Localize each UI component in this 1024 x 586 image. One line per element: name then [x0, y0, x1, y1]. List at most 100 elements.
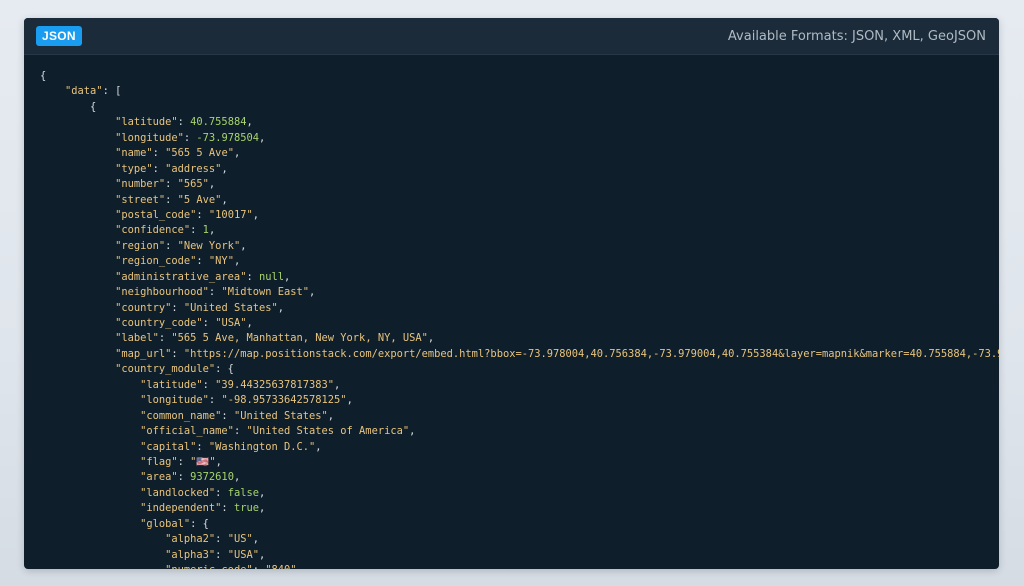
json-punctuation: { — [90, 100, 97, 113]
json-value: "Washington D.C." — [208, 440, 316, 453]
json-key: "name" — [115, 147, 153, 160]
json-punctuation: : — [196, 440, 209, 453]
json-punctuation: { — [40, 70, 47, 82]
code-line: "region": "New York", — [40, 239, 999, 254]
code-line: "capital": "Washington D.C.", — [40, 440, 999, 455]
json-punctuation: : — [215, 533, 228, 546]
json-punctuation: : — [190, 224, 203, 237]
json-value: 40.755884 — [190, 116, 247, 129]
json-value: "NY" — [208, 255, 234, 268]
json-punctuation: , — [327, 409, 335, 422]
json-key: "map_url" — [115, 347, 172, 360]
json-value: "USA" — [215, 317, 247, 329]
json-punctuation: : — [233, 425, 247, 438]
json-value: null — [258, 270, 284, 283]
json-value: "565 5 Ave, Manhattan, New York, NY, USA… — [171, 332, 428, 345]
json-punctuation: : — [165, 193, 178, 206]
json-punctuation: : — [177, 471, 191, 484]
json-key: "region_code" — [115, 255, 197, 268]
code-line: "country": "United States", — [40, 301, 999, 316]
json-key: "alpha2" — [165, 533, 216, 546]
json-response-code: { "data": [ { "latitude": 40.755884, "lo… — [40, 69, 999, 569]
json-value: "US" — [227, 533, 253, 546]
code-line: "street": "5 Ave", — [40, 193, 999, 208]
json-key: "street" — [115, 193, 166, 206]
json-punctuation: : — [165, 178, 178, 191]
json-punctuation: : — [171, 347, 184, 360]
json-punctuation: , — [258, 486, 266, 499]
json-punctuation: : — [246, 270, 259, 283]
code-line: "data": [ — [40, 84, 999, 99]
available-formats-text: Available Formats: JSON, XML, GeoJSON — [727, 28, 986, 44]
json-punctuation: : — [208, 286, 222, 299]
json-punctuation: , — [221, 162, 228, 175]
json-punctuation: : — [202, 317, 216, 329]
json-punctuation: : — [208, 394, 222, 407]
json-key: "postal_code" — [115, 208, 197, 221]
json-punctuation: , — [233, 147, 241, 160]
json-key: "common_name" — [140, 409, 222, 422]
json-key: "longitude" — [140, 394, 209, 407]
json-punctuation: , — [346, 394, 353, 407]
json-punctuation: : — [253, 564, 266, 569]
code-line: "map_url": "https://map.positionstack.co… — [40, 347, 999, 362]
json-key: "data" — [65, 85, 103, 98]
code-line: "numeric_code": "840", — [40, 563, 999, 569]
json-key: "region" — [115, 239, 166, 252]
code-line: "common_name": "United States", — [40, 409, 999, 424]
json-punctuation: : — [177, 116, 191, 129]
json-value: "United States" — [183, 301, 278, 314]
code-line: "longitude": "-98.95733642578125", — [40, 393, 999, 408]
json-value: "USA" — [227, 548, 259, 561]
json-punctuation: : — [177, 455, 191, 468]
json-punctuation: , — [315, 440, 322, 453]
json-punctuation: , — [334, 378, 341, 391]
format-badge-json[interactable]: JSON — [36, 26, 82, 46]
json-key: "flag" — [140, 455, 178, 468]
code-line: "official_name": "United States of Ameri… — [40, 424, 999, 439]
json-key: "number" — [115, 178, 166, 191]
json-value: true — [233, 502, 259, 515]
json-punctuation: , — [277, 301, 285, 314]
json-key: "numeric_code" — [165, 564, 253, 569]
json-value: "New York" — [177, 239, 241, 252]
json-value: "address" — [165, 162, 222, 175]
json-value: false — [227, 486, 259, 499]
json-punctuation: : — [215, 548, 228, 561]
code-line: "latitude": "39.44325637817383", — [40, 378, 999, 393]
json-value: "United States" — [233, 409, 328, 422]
code-panel: JSON Available Formats: JSON, XML, GeoJS… — [24, 18, 999, 569]
code-line: "alpha2": "US", — [40, 532, 999, 547]
json-punctuation: : — [221, 502, 234, 515]
json-key: "latitude" — [115, 116, 178, 129]
code-line: { — [40, 100, 999, 115]
json-punctuation: : { — [190, 517, 209, 530]
json-punctuation: , — [252, 208, 259, 221]
json-punctuation: , — [246, 317, 253, 329]
json-punctuation: , — [208, 178, 216, 191]
json-punctuation: : { — [215, 363, 234, 376]
json-value: "10017" — [208, 208, 253, 221]
json-punctuation: , — [258, 502, 266, 515]
json-punctuation: , — [252, 533, 259, 546]
json-key: "country_module" — [115, 363, 216, 376]
json-punctuation: , — [240, 239, 247, 252]
json-value: "United States of America" — [246, 425, 410, 438]
json-punctuation: , — [409, 425, 416, 438]
code-line: "global": { — [40, 517, 999, 532]
json-punctuation: , — [246, 116, 253, 129]
code-line: "neighbourhood": "Midtown East", — [40, 285, 999, 300]
json-punctuation: , — [233, 471, 241, 484]
json-key: "country_code" — [115, 317, 203, 329]
json-punctuation: , — [309, 286, 316, 299]
json-key: "alpha3" — [165, 548, 216, 561]
json-key: "independent" — [140, 502, 222, 515]
json-punctuation: , — [427, 332, 435, 345]
json-punctuation: : — [152, 162, 166, 175]
json-value: -73.978504 — [196, 131, 259, 144]
json-value: "565 5 Ave" — [165, 147, 234, 160]
json-value: "-98.95733642578125" — [221, 394, 347, 407]
json-value: "840" — [265, 564, 296, 569]
code-line: "latitude": 40.755884, — [40, 115, 999, 130]
json-punctuation: , — [215, 455, 222, 468]
